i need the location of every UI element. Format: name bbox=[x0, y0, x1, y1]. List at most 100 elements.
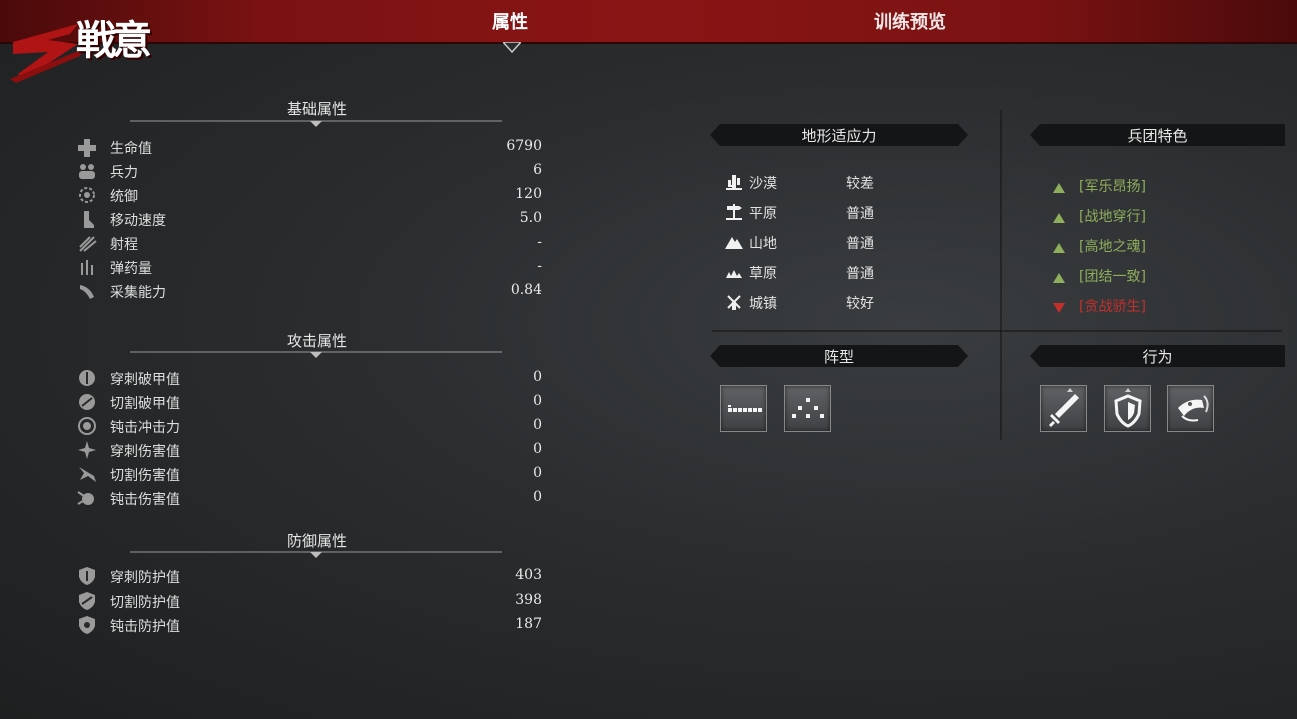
attribute-row: 穿刺破甲值 0 bbox=[76, 367, 546, 389]
health-cross-icon bbox=[76, 137, 98, 157]
line-formation-icon[interactable] bbox=[720, 385, 767, 432]
triangle-up-icon bbox=[1052, 179, 1066, 193]
leadership-icon bbox=[76, 185, 98, 205]
terrain-value: 普通 bbox=[846, 236, 874, 252]
attribute-row: 弹药量 - bbox=[76, 256, 546, 278]
loose-formation-icon[interactable] bbox=[784, 385, 831, 432]
sword-attack-icon[interactable] bbox=[1040, 385, 1087, 432]
attribute-label: 统御 bbox=[110, 189, 138, 205]
blunt-shield-icon bbox=[76, 615, 98, 635]
shield-defend-icon[interactable] bbox=[1104, 385, 1151, 432]
terrain-row: 草原 普通 bbox=[724, 261, 924, 283]
attribute-label: 钝击伤害值 bbox=[110, 492, 180, 508]
attribute-value: 0 bbox=[533, 369, 542, 385]
attribute-row: 钝击冲击力 0 bbox=[76, 415, 546, 437]
attribute-row: 射程 - bbox=[76, 232, 546, 254]
attribute-label: 射程 bbox=[110, 237, 138, 253]
terrain-label: 城镇 bbox=[749, 296, 777, 312]
attribute-row: 切割破甲值 0 bbox=[76, 391, 546, 413]
section-divider bbox=[130, 351, 502, 358]
attribute-value: 6 bbox=[533, 162, 542, 178]
attribute-label: 切割伤害值 bbox=[110, 468, 180, 484]
terrain-row: 沙漠 较差 bbox=[724, 171, 924, 193]
tab-training-preview[interactable]: 训练预览 bbox=[874, 8, 946, 34]
attribute-value: 120 bbox=[515, 186, 542, 202]
attribute-row: 生命值 6790 bbox=[76, 136, 546, 158]
attribute-row: 采集能力 0.84 bbox=[76, 280, 546, 302]
slash-armor-break-icon bbox=[76, 392, 98, 412]
attribute-label: 穿刺破甲值 bbox=[110, 372, 180, 388]
attribute-value: - bbox=[537, 258, 542, 274]
attribute-label: 采集能力 bbox=[110, 285, 166, 301]
basic-attributes-title: 基础属性 bbox=[286, 100, 347, 118]
attribute-value: - bbox=[537, 234, 542, 250]
attribute-value: 0.84 bbox=[510, 282, 542, 298]
active-tab-indicator bbox=[503, 42, 521, 54]
attribute-value: 0 bbox=[533, 465, 542, 481]
trait-label[interactable]: [军乐昂扬] bbox=[1079, 176, 1146, 196]
terrain-banner: 地形适应力 bbox=[710, 124, 968, 146]
attribute-value: 5.0 bbox=[519, 210, 542, 226]
traits-title: 兵团特色 bbox=[1127, 127, 1188, 145]
attribute-label: 钝击防护值 bbox=[110, 619, 180, 635]
attribute-row: 钝击伤害值 0 bbox=[76, 487, 546, 509]
attack-attributes-title: 攻击属性 bbox=[286, 332, 347, 350]
terrain-label: 草原 bbox=[749, 266, 777, 282]
attribute-label: 穿刺防护值 bbox=[110, 570, 180, 586]
section-divider bbox=[130, 551, 502, 558]
attribute-row: 切割伤害值 0 bbox=[76, 463, 546, 485]
gathering-icon bbox=[76, 281, 98, 301]
panel-divider-horizontal bbox=[712, 330, 1282, 332]
terrain-value: 普通 bbox=[846, 206, 874, 222]
attribute-label: 生命值 bbox=[110, 141, 152, 157]
attribute-label: 钝击冲击力 bbox=[110, 420, 180, 436]
grassland-icon bbox=[724, 262, 744, 280]
trait-item[interactable]: [战地穿行] bbox=[1052, 204, 1252, 226]
attribute-value: 187 bbox=[515, 616, 542, 632]
defense-attributes-title: 防御属性 bbox=[286, 532, 347, 550]
mountain-icon bbox=[724, 232, 744, 250]
formation-title: 阵型 bbox=[823, 348, 854, 366]
attribute-value: 6790 bbox=[506, 138, 542, 154]
game-logo: 戦意 bbox=[8, 4, 173, 84]
pierce-shield-icon bbox=[76, 566, 98, 586]
triangle-up-icon bbox=[1052, 209, 1066, 223]
attribute-label: 弹药量 bbox=[110, 261, 152, 277]
pierce-damage-icon bbox=[76, 440, 98, 460]
trait-item[interactable]: [贪战骄生] bbox=[1052, 294, 1252, 316]
trait-item[interactable]: [军乐昂扬] bbox=[1052, 174, 1252, 196]
triangle-up-icon bbox=[1052, 239, 1066, 253]
trait-label[interactable]: [战地穿行] bbox=[1079, 206, 1146, 226]
trait-label[interactable]: [高地之魂] bbox=[1079, 236, 1146, 256]
terrain-title: 地形适应力 bbox=[801, 127, 877, 145]
attribute-row: 切割防护值 398 bbox=[76, 590, 546, 612]
slash-damage-icon bbox=[76, 464, 98, 484]
attribute-row: 穿刺防护值 403 bbox=[76, 565, 546, 587]
attribute-value: 0 bbox=[533, 393, 542, 409]
triangle-down-icon bbox=[1052, 299, 1066, 313]
section-divider bbox=[130, 120, 502, 127]
troops-icon bbox=[76, 161, 98, 181]
tab-attributes[interactable]: 属性 bbox=[492, 8, 528, 34]
trait-item[interactable]: [团结一致] bbox=[1052, 264, 1252, 286]
terrain-row: 山地 普通 bbox=[724, 231, 924, 253]
behavior-title: 行为 bbox=[1142, 348, 1173, 366]
attribute-value: 0 bbox=[533, 489, 542, 505]
blunt-damage-icon bbox=[76, 488, 98, 508]
terrain-row: 城镇 较好 bbox=[724, 291, 924, 313]
attribute-label: 切割防护值 bbox=[110, 594, 180, 611]
attribute-label: 穿刺伤害值 bbox=[110, 444, 180, 460]
panel-divider-vertical bbox=[1000, 110, 1002, 440]
pierce-armor-break-icon bbox=[76, 368, 98, 388]
horn-rally-icon[interactable] bbox=[1167, 385, 1214, 432]
trait-item[interactable]: [高地之魂] bbox=[1052, 234, 1252, 256]
terrain-label: 山地 bbox=[749, 236, 777, 252]
trait-label[interactable]: [贪战骄生] bbox=[1079, 296, 1146, 316]
terrain-value: 普通 bbox=[846, 266, 874, 282]
trait-label[interactable]: [团结一致] bbox=[1079, 266, 1146, 286]
attribute-label: 移动速度 bbox=[110, 213, 166, 229]
slash-shield-icon bbox=[76, 591, 98, 611]
triangle-up-icon bbox=[1052, 269, 1066, 283]
attribute-row: 统御 120 bbox=[76, 184, 546, 206]
attribute-row: 兵力 6 bbox=[76, 160, 546, 182]
